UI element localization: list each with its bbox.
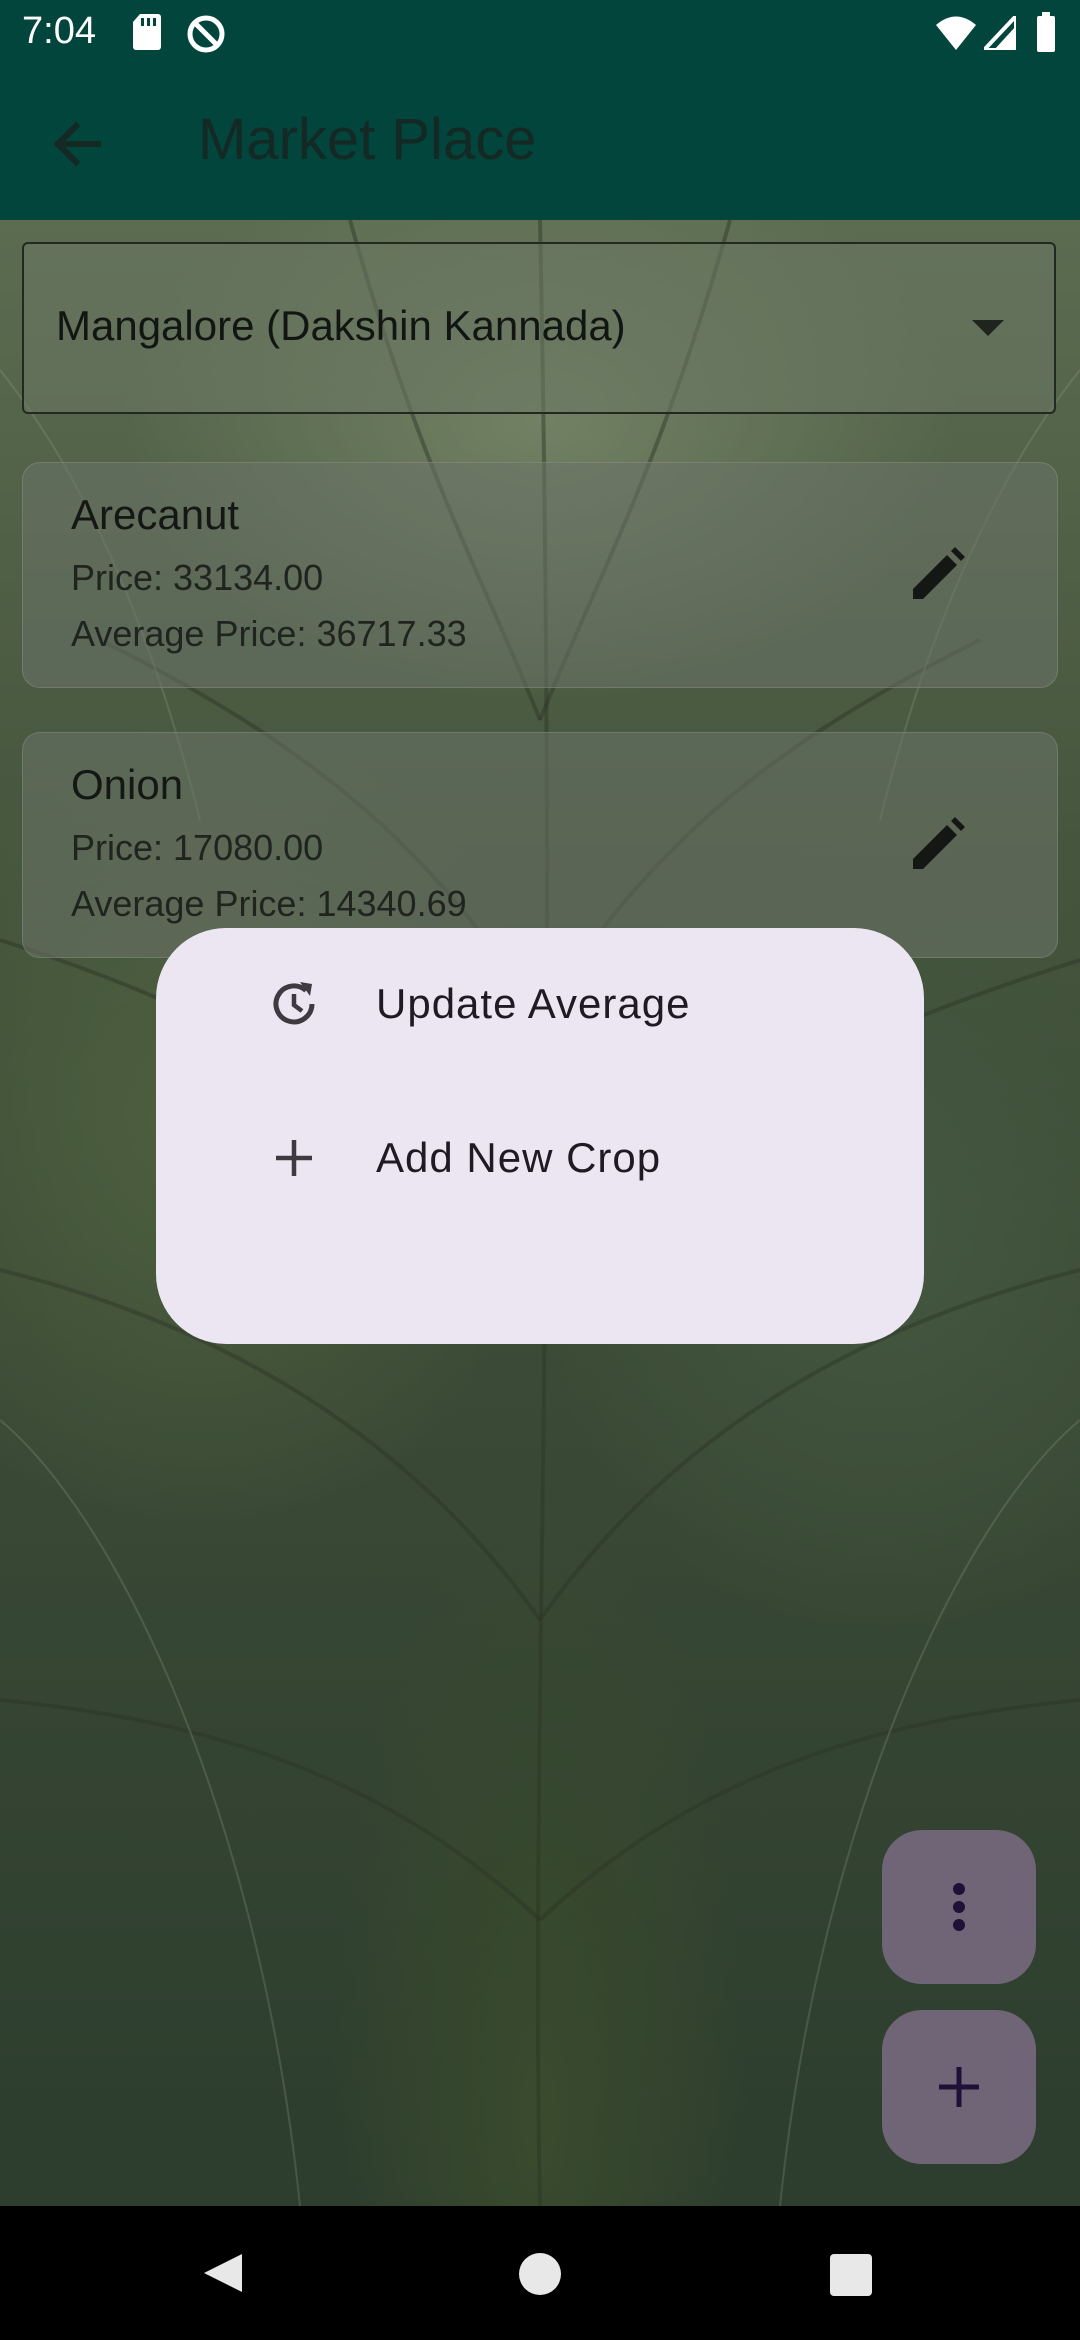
app-bar: Market Place bbox=[0, 66, 1080, 220]
battery-icon bbox=[1036, 12, 1056, 57]
page-title: Market Place bbox=[198, 107, 537, 172]
menu-item-label: Add New Crop bbox=[376, 1134, 662, 1181]
nav-back-icon[interactable] bbox=[200, 2250, 246, 2301]
menu-item-label: Update Average bbox=[376, 980, 691, 1027]
plus-icon bbox=[268, 1132, 320, 1184]
add-button[interactable] bbox=[882, 2010, 1036, 2164]
menu-item-update-average[interactable]: Update Average bbox=[156, 928, 924, 1078]
status-bar: 7:04 bbox=[0, 0, 1080, 66]
status-time: 7:04 bbox=[22, 10, 96, 52]
update-icon bbox=[268, 978, 320, 1030]
cellular-signal-icon bbox=[979, 10, 1018, 55]
back-button[interactable] bbox=[40, 106, 116, 182]
nav-home-icon[interactable] bbox=[518, 2252, 562, 2301]
more-vert-icon bbox=[953, 1883, 965, 1931]
plus-icon bbox=[939, 2067, 979, 2107]
nav-recents-icon[interactable] bbox=[830, 2254, 872, 2301]
options-menu: Update Average Add New Crop bbox=[156, 928, 924, 1344]
sync-disabled-icon bbox=[186, 14, 226, 59]
more-options-button[interactable] bbox=[882, 1830, 1036, 1984]
system-nav-bar bbox=[0, 2206, 1080, 2340]
arrow-left-icon bbox=[53, 121, 101, 167]
menu-item-add-new-crop[interactable]: Add New Crop bbox=[156, 1082, 924, 1232]
wifi-icon bbox=[936, 16, 976, 55]
sd-card-icon bbox=[132, 14, 162, 55]
